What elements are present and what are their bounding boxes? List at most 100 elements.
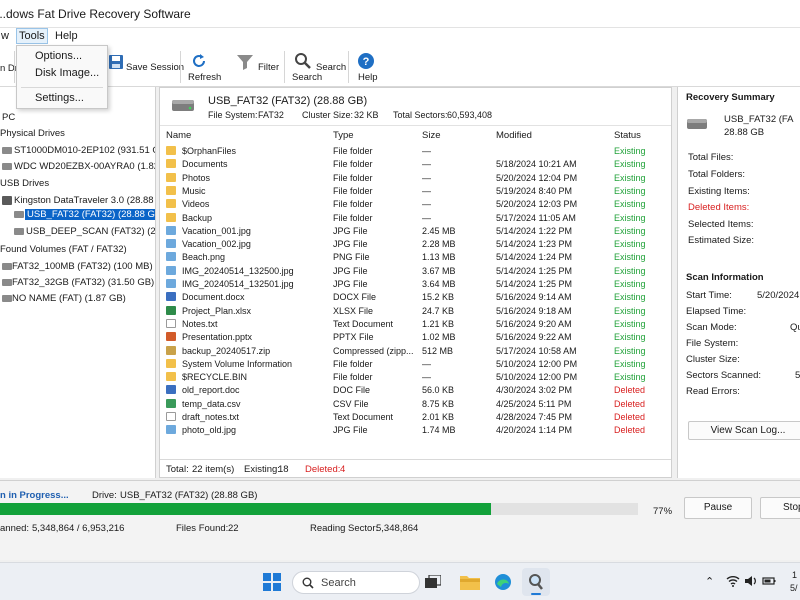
filter-icon[interactable]: [236, 54, 254, 73]
save-session-icon[interactable]: [108, 54, 124, 73]
summary-deleted-items: Deleted Items:: [688, 202, 750, 213]
progress-percent: 77%: [653, 506, 673, 517]
tree-label: FAT32_100MB (FAT32) (100 MB): [12, 261, 153, 272]
file-row[interactable]: Beach.png PNG File 1.13 MB 5/14/2024 1:24 P…: [160, 251, 673, 264]
search-button[interactable]: Search: [292, 72, 322, 83]
file-name: IMG_20240514_132500.jpg: [182, 265, 294, 276]
col-type[interactable]: Type: [333, 130, 354, 141]
clock-time[interactable]: 1: [792, 570, 797, 580]
file-row[interactable]: Videos File folder — 5/20/2024 12:03 PM Exis…: [160, 198, 673, 211]
filter-button[interactable]: Filter: [258, 62, 279, 73]
menu-tools[interactable]: Tools: [16, 28, 48, 44]
file-explorer-icon[interactable]: [460, 574, 480, 593]
file-row[interactable]: Backup File folder — 5/17/2024 11:05 AM Exis…: [160, 212, 673, 225]
refresh-icon[interactable]: [190, 52, 208, 73]
file-status: Existing: [614, 305, 646, 316]
tree-label: WDC WD20EZBX-00AYRA0 (1.82 TB): [14, 161, 155, 172]
file-row[interactable]: $RECYCLE.BIN File folder — 5/10/2024 12:00 …: [160, 371, 673, 384]
col-name[interactable]: Name: [166, 130, 191, 141]
file-size: —: [422, 212, 431, 223]
file-type: JPG File: [333, 225, 368, 236]
cluster-label: Cluster Size:: [302, 110, 354, 120]
file-size: 24.7 KB: [422, 305, 455, 316]
file-type: File folder: [333, 358, 373, 369]
help-button[interactable]: Help: [358, 72, 378, 83]
summary-total-folders: Total Folders:: [688, 169, 746, 180]
existing-value: 18: [278, 464, 289, 475]
menu-item-options[interactable]: Options...: [35, 50, 82, 62]
tray-chevron-icon[interactable]: ⌃: [705, 575, 714, 588]
file-modified: 4/25/2024 5:11 PM: [496, 398, 572, 409]
menu-view[interactable]: w: [0, 30, 12, 42]
file-modified: 4/30/2024 3:02 PM: [496, 385, 573, 396]
taskbar-search[interactable]: Search: [292, 571, 420, 594]
read-errors-label: Read Errors:: [686, 386, 740, 397]
file-stats-bar: Total: 22 item(s) Existing: 18 Deleted: …: [160, 459, 671, 477]
file-modified: 5/10/2024 12:00 PM: [496, 358, 578, 369]
file-modified: 5/14/2024 1:22 PM: [496, 225, 573, 236]
file-row[interactable]: Project_Plan.xlsx XLSX File 24.7 KB 5/16/20…: [160, 305, 673, 318]
file-row[interactable]: IMG_20240514_132500.jpg JPG File 3.67 MB 5/…: [160, 265, 673, 278]
file-row[interactable]: IMG_20240514_132501.jpg JPG File 3.64 MB 5/…: [160, 278, 673, 291]
scan-mode-label: Scan Mode:: [686, 322, 737, 333]
menu-item-disk-image[interactable]: Disk Image...: [35, 67, 99, 79]
text-file-icon: [166, 318, 176, 328]
wifi-icon[interactable]: [726, 575, 740, 590]
file-name: photo_old.jpg: [182, 425, 237, 436]
help-icon[interactable]: ?: [357, 52, 375, 73]
menu-help[interactable]: Help: [52, 30, 81, 42]
file-status: Deleted: [614, 385, 646, 396]
refresh-button[interactable]: Refresh: [188, 72, 221, 83]
file-row[interactable]: Vacation_002.jpg JPG File 2.28 MB 5/14/2024…: [160, 238, 673, 251]
edge-browser-icon[interactable]: [494, 573, 512, 594]
file-row[interactable]: photo_old.jpg JPG File 1.74 MB 4/20/2024 1:…: [160, 424, 673, 437]
file-row[interactable]: old_report.doc DOC File 56.0 KB 4/30/2024 3…: [160, 384, 673, 397]
pause-button[interactable]: Pause: [684, 497, 752, 519]
file-row[interactable]: backup_20240517.zip Compressed (zipp... 51…: [160, 345, 673, 358]
file-row[interactable]: Document.docx DOCX File 15.2 KB 5/16/2024 9…: [160, 291, 673, 304]
files-found-value: 22: [228, 523, 239, 534]
save-session-button[interactable]: Save Session: [126, 62, 184, 73]
partition-icon: [2, 279, 12, 286]
file-system-label: File System:: [686, 338, 739, 349]
file-row[interactable]: Music File folder — 5/19/2024 8:40 PM Existi…: [160, 185, 673, 198]
battery-icon[interactable]: [762, 575, 776, 590]
drive-tree-panel: PC Physical Drives ST1000DM010-2EP102 (9…: [0, 87, 156, 478]
file-name: old_report.doc: [182, 385, 240, 396]
search-icon[interactable]: [294, 52, 312, 73]
text-file-icon: [166, 412, 176, 421]
column-header: Name Type Size Modified Status: [160, 130, 671, 144]
volume-icon[interactable]: [744, 575, 758, 590]
file-type: Text Document: [333, 412, 394, 422]
file-row[interactable]: Notes.txt Text Document 1.21 KB 5/16/2024 9…: [160, 318, 673, 331]
view-scan-log-button[interactable]: View Scan Log...: [688, 421, 800, 440]
file-row[interactable]: Documents File folder — 5/18/2024 10:21 AM E…: [160, 158, 673, 171]
file-row[interactable]: Presentation.pptx PPTX File 1.02 MB 5/16/20…: [160, 331, 673, 344]
stop-button[interactable]: Stop: [760, 497, 800, 519]
deleted-label: Deleted:: [305, 464, 341, 475]
active-app-indicator: [531, 593, 541, 595]
clock-date[interactable]: 5/: [790, 583, 798, 593]
file-modified: 5/20/2024 12:04 PM: [496, 172, 578, 183]
col-modified[interactable]: Modified: [496, 130, 532, 141]
file-name: Presentation.pptx: [182, 332, 253, 343]
file-row[interactable]: Photos File folder — 5/20/2024 12:04 PM Exis…: [160, 172, 673, 185]
recovery-app-taskbar-icon[interactable]: [522, 568, 550, 596]
file-type: File folder: [333, 185, 373, 196]
start-icon[interactable]: [263, 573, 281, 594]
file-row[interactable]: Vacation_001.jpg JPG File 2.45 MB 5/14/2024…: [160, 225, 673, 238]
file-modified: 5/14/2024 1:24 PM: [496, 252, 573, 263]
task-view-icon[interactable]: [425, 574, 442, 592]
file-type: JPG File: [333, 239, 368, 250]
file-row[interactable]: draft_notes.txt Text Document 2.01 KB 4/28/…: [160, 411, 673, 424]
file-row[interactable]: $OrphanFiles File folder — Existing: [160, 145, 673, 158]
col-size[interactable]: Size: [422, 130, 440, 141]
file-status: Existing: [614, 358, 646, 369]
file-row[interactable]: System Volume Information File folder — 5/1…: [160, 358, 673, 371]
title-bar: ...dows Fat Drive Recovery Software: [0, 0, 800, 28]
image-file-icon: [166, 425, 176, 435]
col-status[interactable]: Status: [614, 130, 641, 141]
scanned-label: anned:: [0, 523, 30, 534]
menu-item-settings[interactable]: Settings...: [35, 92, 84, 104]
file-row[interactable]: temp_data.csv CSV File 8.75 KB 4/25/2024 5:…: [160, 398, 673, 411]
